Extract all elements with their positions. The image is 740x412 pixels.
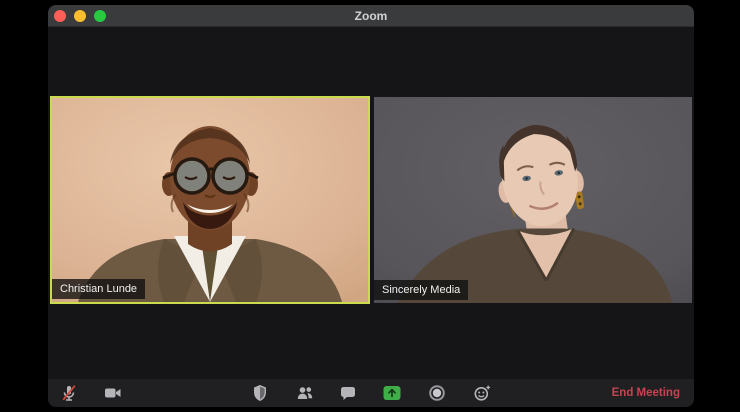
meeting-toolbar: End Meeting [48,379,694,407]
chat-button[interactable] [334,379,362,407]
participants-button[interactable] [291,379,319,407]
start-video-button[interactable] [99,379,127,407]
end-meeting-button[interactable]: End Meeting [612,379,680,407]
chat-bubble-icon [341,387,355,400]
participant-name-label: Sincerely Media [374,280,469,300]
record-button[interactable] [423,379,451,407]
participants-icon [297,387,313,399]
desktop: Zoom Christian Lunde Sincerely Media End… [0,0,740,412]
zoom-window: Zoom Christian Lunde Sincerely Media End… [48,5,694,407]
mute-button[interactable] [55,379,83,407]
window-title: Zoom [354,9,388,23]
titlebar[interactable]: Zoom [48,5,694,27]
reactions-button[interactable] [468,379,496,407]
video-gallery: Christian Lunde Sincerely Media [48,27,694,379]
video-camera-icon [105,388,121,398]
security-button[interactable] [246,379,274,407]
participant-video-feed [374,97,692,303]
shield-icon [254,385,266,401]
reactions-icon [474,385,491,401]
mic-off-icon [62,385,76,401]
share-screen-button[interactable] [378,379,406,407]
participant-name-label: Christian Lunde [52,279,146,299]
video-tile-sincerely-media[interactable]: Sincerely Media [374,97,692,303]
participant-video-feed [52,98,368,302]
video-tile-christian-lunde[interactable]: Christian Lunde [50,96,370,304]
share-screen-icon [383,386,401,400]
record-icon [429,385,445,401]
